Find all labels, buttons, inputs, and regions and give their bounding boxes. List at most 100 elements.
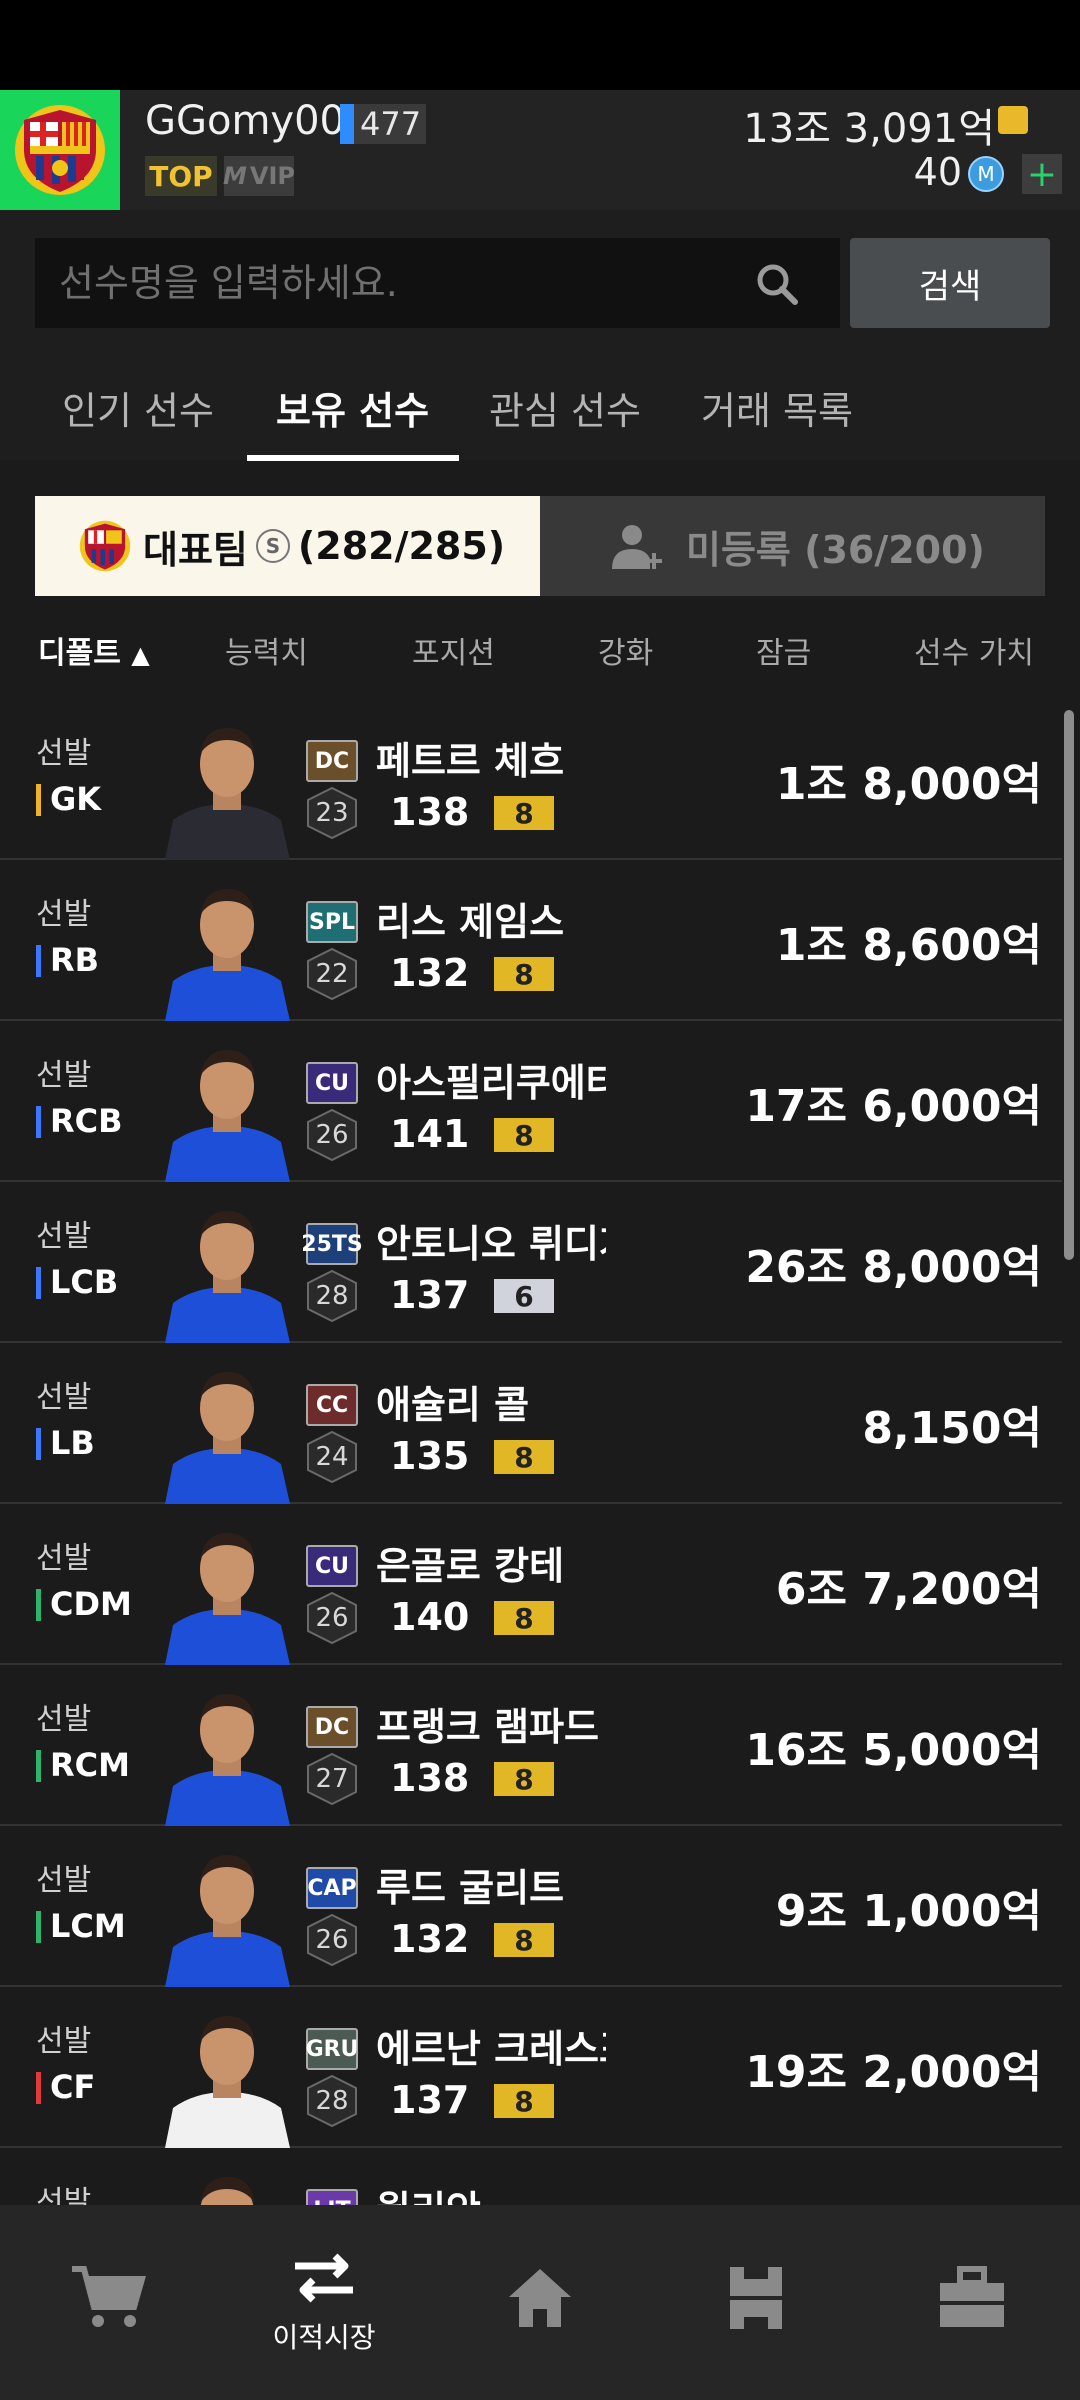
main-squad-count: (282/285): [297, 524, 506, 568]
player-role: 선발: [36, 1863, 92, 1898]
player-portrait: [155, 1356, 300, 1504]
main-squad-button[interactable]: 대표팀 S (282/285): [35, 496, 540, 596]
player-row[interactable]: 선발 RCB CU 26 아스필리쿠에타 141 8 17조 6,000억: [0, 1022, 1062, 1182]
player-position: CF: [36, 2068, 95, 2106]
player-role: 선발: [36, 2185, 92, 2205]
player-portrait: [155, 712, 300, 860]
position-color-bar: [36, 1106, 41, 1138]
enhance-grade: 8: [494, 1118, 554, 1152]
player-row[interactable]: 선발 RB SPL 22 리스 제임스 132 8 1조 8,600억: [0, 861, 1062, 1021]
player-portrait: [155, 1517, 300, 1665]
player-role: 선발: [36, 897, 92, 932]
nav-transfer-market[interactable]: 이적시장: [216, 2205, 432, 2400]
player-value: 9조 1,000억: [775, 1886, 1042, 1937]
player-value: 16조 5,000억: [745, 1725, 1042, 1776]
player-name: 은골로 캉테: [376, 1544, 565, 1588]
briefcase-icon: [940, 2265, 1004, 2327]
season-badge: CAP: [306, 1867, 358, 1909]
scrollbar[interactable]: [1064, 710, 1074, 1260]
player-name: 애슐리 콜: [376, 1383, 530, 1427]
season-badge: DC: [306, 1706, 358, 1748]
position-color-bar: [36, 1428, 41, 1460]
team-color-value: 26: [315, 1925, 349, 1955]
player-portrait: [155, 1195, 300, 1343]
gold-bar-icon: [998, 106, 1028, 134]
profile-header: GGomy00 477 TOP M VIP 13조 3,091억 40 M +: [0, 90, 1080, 210]
pitch-icon: [730, 2266, 782, 2329]
player-name: 안토니오 뤼디거: [376, 1222, 606, 1266]
tab-popular-players[interactable]: 인기 선수: [62, 380, 214, 460]
search-button[interactable]: 검색: [850, 238, 1050, 328]
coin-amount: 40: [913, 150, 962, 194]
player-row[interactable]: 선발 CDM CU 26 은골로 캉테 140 8 6조 7,200억: [0, 1505, 1062, 1665]
search-icon[interactable]: [755, 262, 799, 306]
position-color-bar: [36, 945, 41, 977]
sort-player-value[interactable]: 선수 가치: [914, 628, 1034, 672]
tab-watched-players[interactable]: 관심 선수: [489, 380, 641, 460]
nav-home[interactable]: [432, 2205, 648, 2400]
player-rating: 141: [390, 1112, 470, 1156]
position-color-bar: [36, 1267, 41, 1299]
nav-shop[interactable]: [0, 2205, 216, 2400]
sort-ability[interactable]: 능력치: [225, 628, 308, 672]
club-crest-icon[interactable]: [0, 90, 120, 210]
player-rating: 138: [390, 1756, 470, 1800]
squad-toggle: 대표팀 S (282/285) 미등록 (36/200): [35, 496, 1045, 596]
season-badge: CU: [306, 1545, 358, 1587]
player-row[interactable]: 선발 CF GRU 28 에르난 크레스포 137 8 19조 2,000억: [0, 1988, 1062, 2148]
player-value: 26조 8,000억: [745, 1242, 1042, 1293]
player-position: CDM: [36, 1585, 132, 1623]
tab-owned-players[interactable]: 보유 선수: [276, 380, 429, 460]
sort-default[interactable]: 디폴트 ▲: [38, 628, 150, 672]
player-portrait: [155, 2000, 300, 2148]
sort-position[interactable]: 포지션: [412, 628, 495, 672]
player-rating: 132: [390, 1917, 470, 1961]
player-rating: 137: [390, 1273, 470, 1317]
club-crest-icon: [79, 520, 131, 572]
team-color-value: 28: [315, 1281, 349, 1311]
add-person-icon: [612, 525, 662, 569]
money-amount: 13조 3,091억: [743, 106, 995, 152]
position-color-bar: [36, 1911, 41, 1943]
tab-bar: 인기 선수 보유 선수 관심 선수 거래 목록: [0, 360, 1080, 461]
nav-storage[interactable]: [864, 2205, 1080, 2400]
season-badge: LIT: [306, 2189, 358, 2205]
level-bar: [340, 104, 354, 144]
enhance-grade: 8: [494, 1601, 554, 1635]
player-position: LCB: [36, 1263, 118, 1301]
season-badge: DC: [306, 740, 358, 782]
player-name: 아스필리쿠에타: [376, 1061, 606, 1105]
player-position: LB: [36, 1424, 95, 1462]
transfer-arrows-icon: [295, 2253, 353, 2302]
player-position: RCM: [36, 1746, 130, 1784]
player-row[interactable]: 선발 LIT 윌리안: [0, 2149, 1062, 2205]
enhance-grade: 8: [494, 2084, 554, 2118]
player-position: RB: [36, 941, 99, 979]
status-bar: [0, 0, 1080, 90]
add-coin-button[interactable]: +: [1022, 154, 1062, 195]
player-position: GK: [36, 780, 101, 818]
player-row[interactable]: 선발 LCM CAP 26 루드 굴리트 132 8 9조 1,000억: [0, 1827, 1062, 1987]
team-color-value: 23: [315, 798, 349, 828]
sort-enhance[interactable]: 강화: [598, 628, 653, 672]
player-row[interactable]: 선발 LB CC 24 애슐리 콜 135 8 8,150억: [0, 1344, 1062, 1504]
player-row[interactable]: 선발 RCM DC 27 프랭크 램파드 138 8 16조 5,000억: [0, 1666, 1062, 1826]
player-row[interactable]: 선발 LCB 25TS 28 안토니오 뤼디거 137 6 26조 8,000억: [0, 1183, 1062, 1343]
enhance-grade: 8: [494, 1440, 554, 1474]
position-color-bar: [36, 1589, 41, 1621]
player-name: 에르난 크레스포: [376, 2027, 606, 2071]
sort-arrow-icon: ▲: [131, 641, 150, 669]
player-role: 선발: [36, 2024, 92, 2059]
player-row[interactable]: 선발 GK DC 23 페트르 체흐 138 8 1조 8,000억: [0, 700, 1062, 860]
unregistered-button[interactable]: 미등록 (36/200): [540, 496, 1045, 596]
sort-lock[interactable]: 잠금: [756, 628, 811, 672]
player-rating: 135: [390, 1434, 470, 1478]
player-portrait: [155, 2161, 300, 2205]
main-squad-label: 대표팀: [143, 527, 248, 572]
player-role: 선발: [36, 1058, 92, 1093]
home-icon: [509, 2268, 571, 2327]
search-input[interactable]: [35, 238, 840, 328]
player-value: 17조 6,000억: [745, 1081, 1042, 1132]
tab-trade-list[interactable]: 거래 목록: [701, 380, 853, 460]
nav-squad[interactable]: [648, 2205, 864, 2400]
